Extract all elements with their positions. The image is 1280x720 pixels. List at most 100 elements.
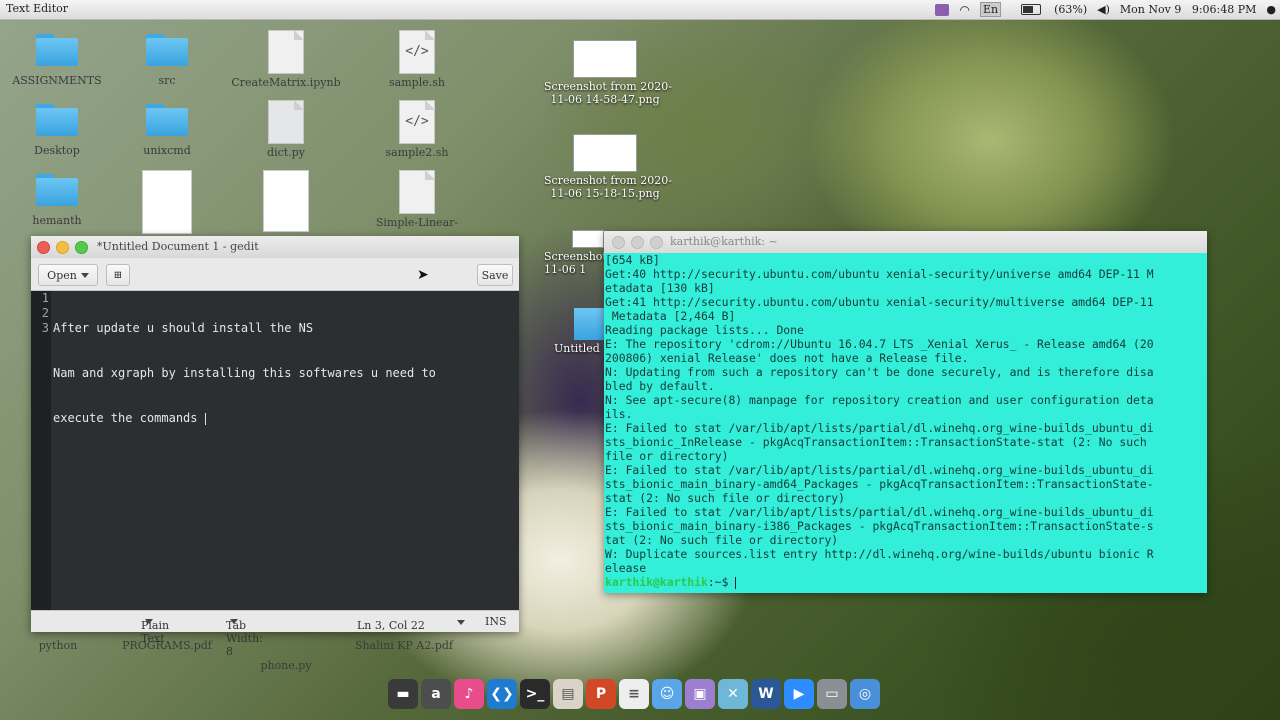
tools-icon[interactable]: ✕ [718, 679, 748, 709]
new-tab-icon: ⊞ [113, 269, 123, 281]
icon-label: CreateMatrix.ipynb [231, 76, 341, 89]
terminal-output-line: elease [605, 561, 647, 575]
image-thumbnail-icon [572, 230, 604, 248]
screen-app-icon[interactable]: ▬ [388, 679, 418, 709]
desktop-icon-dict-py[interactable]: dict.py [230, 100, 342, 159]
desktop-icon-assignments[interactable]: ASSIGNMENTS [2, 28, 112, 87]
text-line: execute the commands [53, 411, 205, 425]
open-button[interactable]: Open [38, 264, 98, 286]
folder-icon [574, 308, 604, 340]
desktop-icon-python[interactable]: python [3, 637, 113, 652]
document-thumbnail-icon [142, 170, 192, 234]
desktop-icon-desktop[interactable]: Desktop [2, 98, 112, 157]
icon-label: Desktop [34, 144, 80, 157]
line-number-gutter: 1 2 3 [31, 291, 51, 611]
desktop-icon-creatematrix[interactable]: CreateMatrix.ipynb [230, 30, 342, 89]
battery-percent: (63%) [1054, 3, 1088, 16]
terminal-icon[interactable]: >_ [520, 679, 550, 709]
zoom-icon[interactable]: ▶ [784, 679, 814, 709]
icon-label: src [158, 74, 176, 87]
terminal-output-line: file or directory) [605, 449, 729, 463]
gedit-titlebar[interactable]: *Untitled Document 1 - gedit [31, 236, 519, 258]
terminal-output-line: N: Updating from such a repository can't… [605, 365, 1154, 379]
prompt-user: karthik@karthik [605, 575, 708, 589]
screen-share-icon[interactable] [925, 3, 950, 16]
battery-icon [1021, 4, 1042, 15]
terminal-window: karthik@karthik: ~ [654 kB] Get:40 http:/… [604, 231, 1207, 593]
insert-mode-indicator[interactable]: INS [485, 615, 507, 628]
terminal-output-line: stat (2: No such file or directory) [605, 491, 846, 505]
file-icon [268, 30, 304, 74]
minimize-window-button[interactable] [631, 236, 644, 249]
maximize-window-button[interactable] [75, 241, 88, 254]
gedit-window: *Untitled Document 1 - gedit Open ⊞ Save… [31, 236, 519, 658]
desktop-icon-src[interactable]: src [112, 28, 222, 87]
desktop-icon-hemanth[interactable]: hemanth [2, 168, 112, 227]
chevron-down-icon [80, 272, 89, 278]
desktop-icon-phone-py[interactable]: phone.py [230, 657, 342, 672]
new-document-button[interactable]: ⊞ [106, 264, 130, 286]
icon-label: Shalini KP A2.pdf [354, 639, 454, 652]
chevron-down-icon [145, 619, 153, 624]
desktop-icon-untitled[interactable]: Untitled [552, 308, 604, 355]
input-method-indicator[interactable]: En [979, 2, 1002, 17]
terminal-output-line: E: Failed to stat /var/lib/apt/lists/par… [605, 505, 1154, 519]
document-icon[interactable]: ≡ [619, 679, 649, 709]
terminal-output-line: tat (2: No such file or directory) [605, 533, 839, 547]
terminal-titlebar[interactable]: karthik@karthik: ~ [604, 231, 1207, 253]
chevron-down-icon [457, 620, 465, 625]
icon-label: hemanth [32, 214, 82, 227]
media-icon[interactable]: ▣ [685, 679, 715, 709]
minimize-window-button[interactable] [56, 241, 69, 254]
desktop-icon-unixcmd[interactable]: unixcmd [112, 98, 222, 157]
music-icon[interactable]: ♪ [454, 679, 484, 709]
presentation-icon[interactable]: P [586, 679, 616, 709]
terminal-output-line: ils. [605, 407, 633, 421]
desktop-icon-sample-sh[interactable]: </> sample.sh [362, 30, 472, 89]
wifi-icon[interactable]: ◠ [959, 3, 969, 17]
desktop-icon-pdf-thumbnail[interactable] [112, 170, 222, 234]
vscode-icon[interactable]: ❮❯ [487, 679, 517, 709]
icon-label: python [38, 639, 78, 652]
desktop-icon-simple-linear[interactable]: Simple-Linear- [362, 170, 472, 229]
volume-icon[interactable]: ◀) [1097, 3, 1110, 16]
icon-label: unixcmd [143, 144, 191, 157]
desktop-icon-pdf-thumbnail-2[interactable] [230, 170, 342, 232]
desktop-icon-screenshot-2[interactable]: Screenshot from 2020- 11-06 15-18-15.png [544, 134, 672, 200]
screenshot-icon[interactable]: ▭ [817, 679, 847, 709]
text-editor-area[interactable]: 1 2 3 After update u should install the … [31, 291, 519, 611]
terminal-output-line: [654 kB] [605, 253, 660, 267]
terminal-output-line: N: See apt-secure(8) manpage for reposit… [605, 393, 1154, 407]
close-window-button[interactable] [612, 236, 625, 249]
apple-menu-icon[interactable]: ● [1266, 3, 1276, 16]
gedit-statusbar: Plain Text Tab Width: 8 Ln 3, Col 22 INS [31, 610, 519, 658]
maximize-window-button[interactable] [650, 236, 663, 249]
terminal-output[interactable]: [654 kB] Get:40 http://security.ubuntu.co… [605, 253, 1206, 593]
close-window-button[interactable] [37, 241, 50, 254]
desktop-icon-sample2-sh[interactable]: </> sample2.sh [362, 100, 472, 159]
terminal-cursor [735, 576, 737, 589]
text-line: Nam and xgraph by installing this softwa… [53, 366, 436, 380]
save-button[interactable]: Save [477, 264, 513, 286]
browser-icon[interactable]: ◎ [850, 679, 880, 709]
clock[interactable]: Mon Nov 9 9:06:48 PM [1120, 3, 1256, 16]
terminal-prompt-line: karthik@karthik:~$ [605, 575, 1206, 589]
active-app-name[interactable]: Text Editor [6, 2, 68, 15]
terminal-output-line: 200806) xenial Release' does not have a … [605, 351, 969, 365]
document-text[interactable]: After update u should install the NS Nam… [53, 291, 436, 456]
desktop-icon-screenshot-3[interactable]: Screenshot 11-06 1 [540, 230, 607, 276]
image-thumbnail-icon [573, 134, 637, 172]
python-file-icon [268, 100, 304, 144]
files-icon[interactable]: ▤ [553, 679, 583, 709]
folder-icon [146, 34, 188, 66]
battery-indicator[interactable]: (63%) [1011, 3, 1087, 16]
terminal-output-line: E: The repository 'cdrom://Ubuntu 16.04.… [605, 337, 1154, 351]
desktop-icon-shalini-pdf[interactable]: Shalini KP A2.pdf [348, 637, 460, 652]
word-icon[interactable]: W [751, 679, 781, 709]
desktop-icon-screenshot-1[interactable]: Screenshot from 2020- 11-06 14-58-47.png [544, 40, 672, 106]
amazon-icon[interactable]: a [421, 679, 451, 709]
document-thumbnail-icon [263, 170, 309, 232]
finder-icon[interactable]: ☺ [652, 679, 682, 709]
terminal-output-line: sts_bionic_InRelease - pkgAcqTransaction… [605, 435, 1147, 449]
icon-label: Screenshot from 2020- 11-06 14-58-47.png [544, 80, 672, 106]
